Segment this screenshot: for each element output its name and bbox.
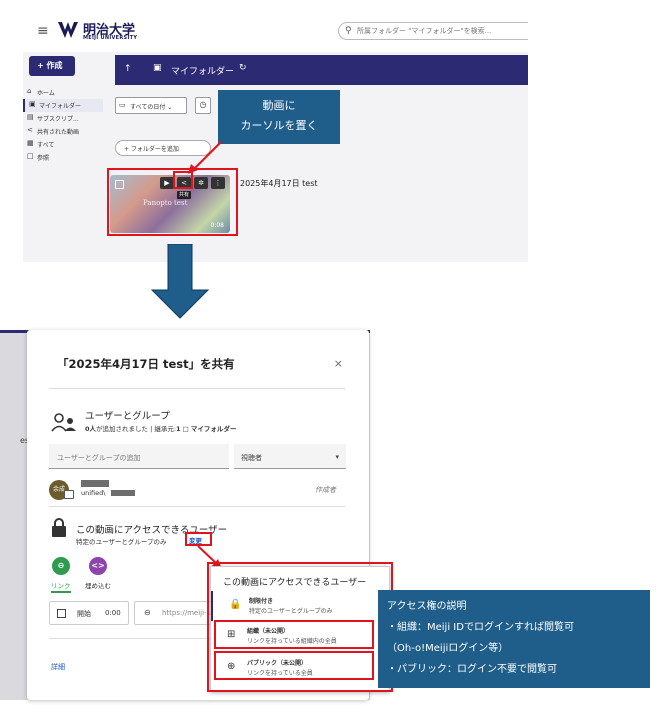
- start-time-option: 開始 0:00: [49, 601, 129, 625]
- hover-callout: 動画に カーソルを置く: [218, 90, 340, 144]
- public-option-highlight-box: [214, 651, 374, 680]
- sidebar-item-all[interactable]: ▦ すべて: [23, 138, 103, 151]
- redacted-name: [81, 480, 109, 487]
- role-select[interactable]: 視聴者 ▾: [234, 444, 346, 469]
- folder-title: マイフォルダー: [171, 67, 235, 77]
- folder-icon: ▣: [29, 100, 36, 108]
- search-input[interactable]: ⚲ 所属フォルダー "マイフォルダー"を検索...: [338, 22, 528, 40]
- callout-line: カーソルを置く: [240, 119, 318, 132]
- folder-icon: ▣: [153, 63, 162, 73]
- refresh-icon[interactable]: ↻: [239, 63, 247, 73]
- tab-link[interactable]: リンク: [51, 580, 71, 593]
- note-line: ・組織：Meiji IDでログインすれば閲覧可: [387, 622, 574, 633]
- close-icon[interactable]: ×: [334, 357, 343, 370]
- dialog-title: 「2025年4月17日 test」を共有: [57, 357, 235, 371]
- start-checkbox[interactable]: [57, 609, 66, 618]
- up-arrow-icon[interactable]: ↑: [124, 64, 132, 74]
- divider: [49, 506, 345, 507]
- sidebar-item-label: すべて: [37, 142, 55, 149]
- folder-header: ↑ ▣ マイフォルダー ↻: [115, 55, 528, 85]
- folder-badge-icon: [64, 490, 74, 499]
- sidebar-item-browse[interactable]: □ 参照: [23, 151, 103, 164]
- home-icon: ⌂: [27, 87, 32, 95]
- callout-line: 動画に: [262, 99, 296, 112]
- divider: [49, 388, 345, 389]
- inherited-count: 1: [176, 425, 181, 433]
- start-label: 開始: [77, 610, 91, 618]
- add-users-input[interactable]: ユーザーとグループの追加: [49, 444, 229, 469]
- logo-subtext: MEIJI UNIVERSITY: [83, 35, 138, 41]
- note-line: アクセス権の説明: [387, 601, 467, 612]
- sidebar-item-label: 参照: [37, 155, 50, 162]
- chevron-down-icon: ▾: [335, 453, 339, 461]
- role-select-value: 視聴者: [241, 454, 262, 462]
- tab-embed[interactable]: 埋め込む: [85, 580, 111, 590]
- sidebar-item-shared[interactable]: < 共有された動画: [23, 125, 103, 138]
- sidebar-item-label: サブスクリプ...: [37, 116, 79, 123]
- users-added-text: が追加されました | 継承元:: [96, 425, 177, 433]
- folder-outline-icon: □: [27, 152, 34, 160]
- owner-id: unified\: [81, 489, 106, 497]
- note-line: ・パブリック：ログイン不要で閲覧可: [387, 664, 557, 675]
- sidebar-item-label: ホーム: [37, 90, 55, 97]
- access-summary: 特定のユーザーとグループのみ: [76, 538, 167, 546]
- sidebar: ⌂ ホーム ▣ マイフォルダー ▤ サブスクリプ... < 共有された動画 ▦ …: [23, 86, 103, 164]
- lock-icon: [52, 518, 66, 537]
- down-arrow-icon: [150, 244, 210, 319]
- link-icon[interactable]: ⊖: [52, 557, 70, 575]
- note-line: （Oh-o!Meijiログイン等）: [387, 643, 509, 654]
- menu-icon[interactable]: ≡: [37, 23, 49, 39]
- library-icon: ▦: [27, 139, 34, 147]
- video-title[interactable]: 2025年4月17日 test: [240, 178, 318, 189]
- folder-outline-icon: □: [182, 425, 189, 433]
- inherited-folder[interactable]: マイフォルダー: [191, 425, 237, 433]
- details-link[interactable]: 詳細: [51, 662, 65, 672]
- calendar-icon: ▭: [119, 101, 126, 109]
- users-added-count: 0人: [85, 425, 97, 433]
- search-icon: ⚲: [345, 26, 352, 36]
- owner-role: 作成者: [315, 486, 336, 494]
- date-filter-dropdown[interactable]: ▭ すべての日付 ⌄: [115, 97, 187, 114]
- users-groups-summary: 0人が追加されました | 継承元:1 □ マイフォルダー: [85, 423, 236, 433]
- sidebar-item-my-folder[interactable]: ▣ マイフォルダー: [23, 99, 103, 112]
- search-placeholder: 所属フォルダー "マイフォルダー"を検索...: [357, 27, 492, 35]
- sidebar-item-label: 共有された動画: [37, 129, 80, 136]
- top-bar: ≡ 明治大学 MEIJI UNIVERSITY ⚲ 所属フォルダー "マイフォル…: [23, 10, 528, 52]
- share-icon: <: [27, 126, 33, 134]
- create-button[interactable]: + 作成: [29, 56, 75, 76]
- subscription-icon: ▤: [27, 113, 34, 121]
- users-icon: [51, 413, 76, 432]
- chain-link-icon: ⊖: [144, 608, 151, 617]
- org-option-highlight-box: [214, 620, 374, 649]
- pointer-arrow-icon: [188, 141, 222, 174]
- access-explanation-note: アクセス権の説明 ・組織：Meiji IDでログインすれば閲覧可 （Oh-o!M…: [378, 590, 650, 688]
- meiji-logo-icon: [58, 22, 78, 38]
- sidebar-item-home[interactable]: ⌂ ホーム: [23, 86, 103, 99]
- redacted-id: [111, 490, 135, 496]
- sidebar-item-label: マイフォルダー: [39, 103, 82, 110]
- date-filter-label: すべての日付: [130, 104, 166, 111]
- clock-icon[interactable]: ◷: [195, 97, 211, 114]
- embed-icon[interactable]: <>: [89, 557, 107, 575]
- start-time-value[interactable]: 0:00: [105, 609, 121, 617]
- sidebar-item-subscriptions[interactable]: ▤ サブスクリプ...: [23, 112, 103, 125]
- users-groups-title: ユーザーとグループ: [85, 411, 170, 422]
